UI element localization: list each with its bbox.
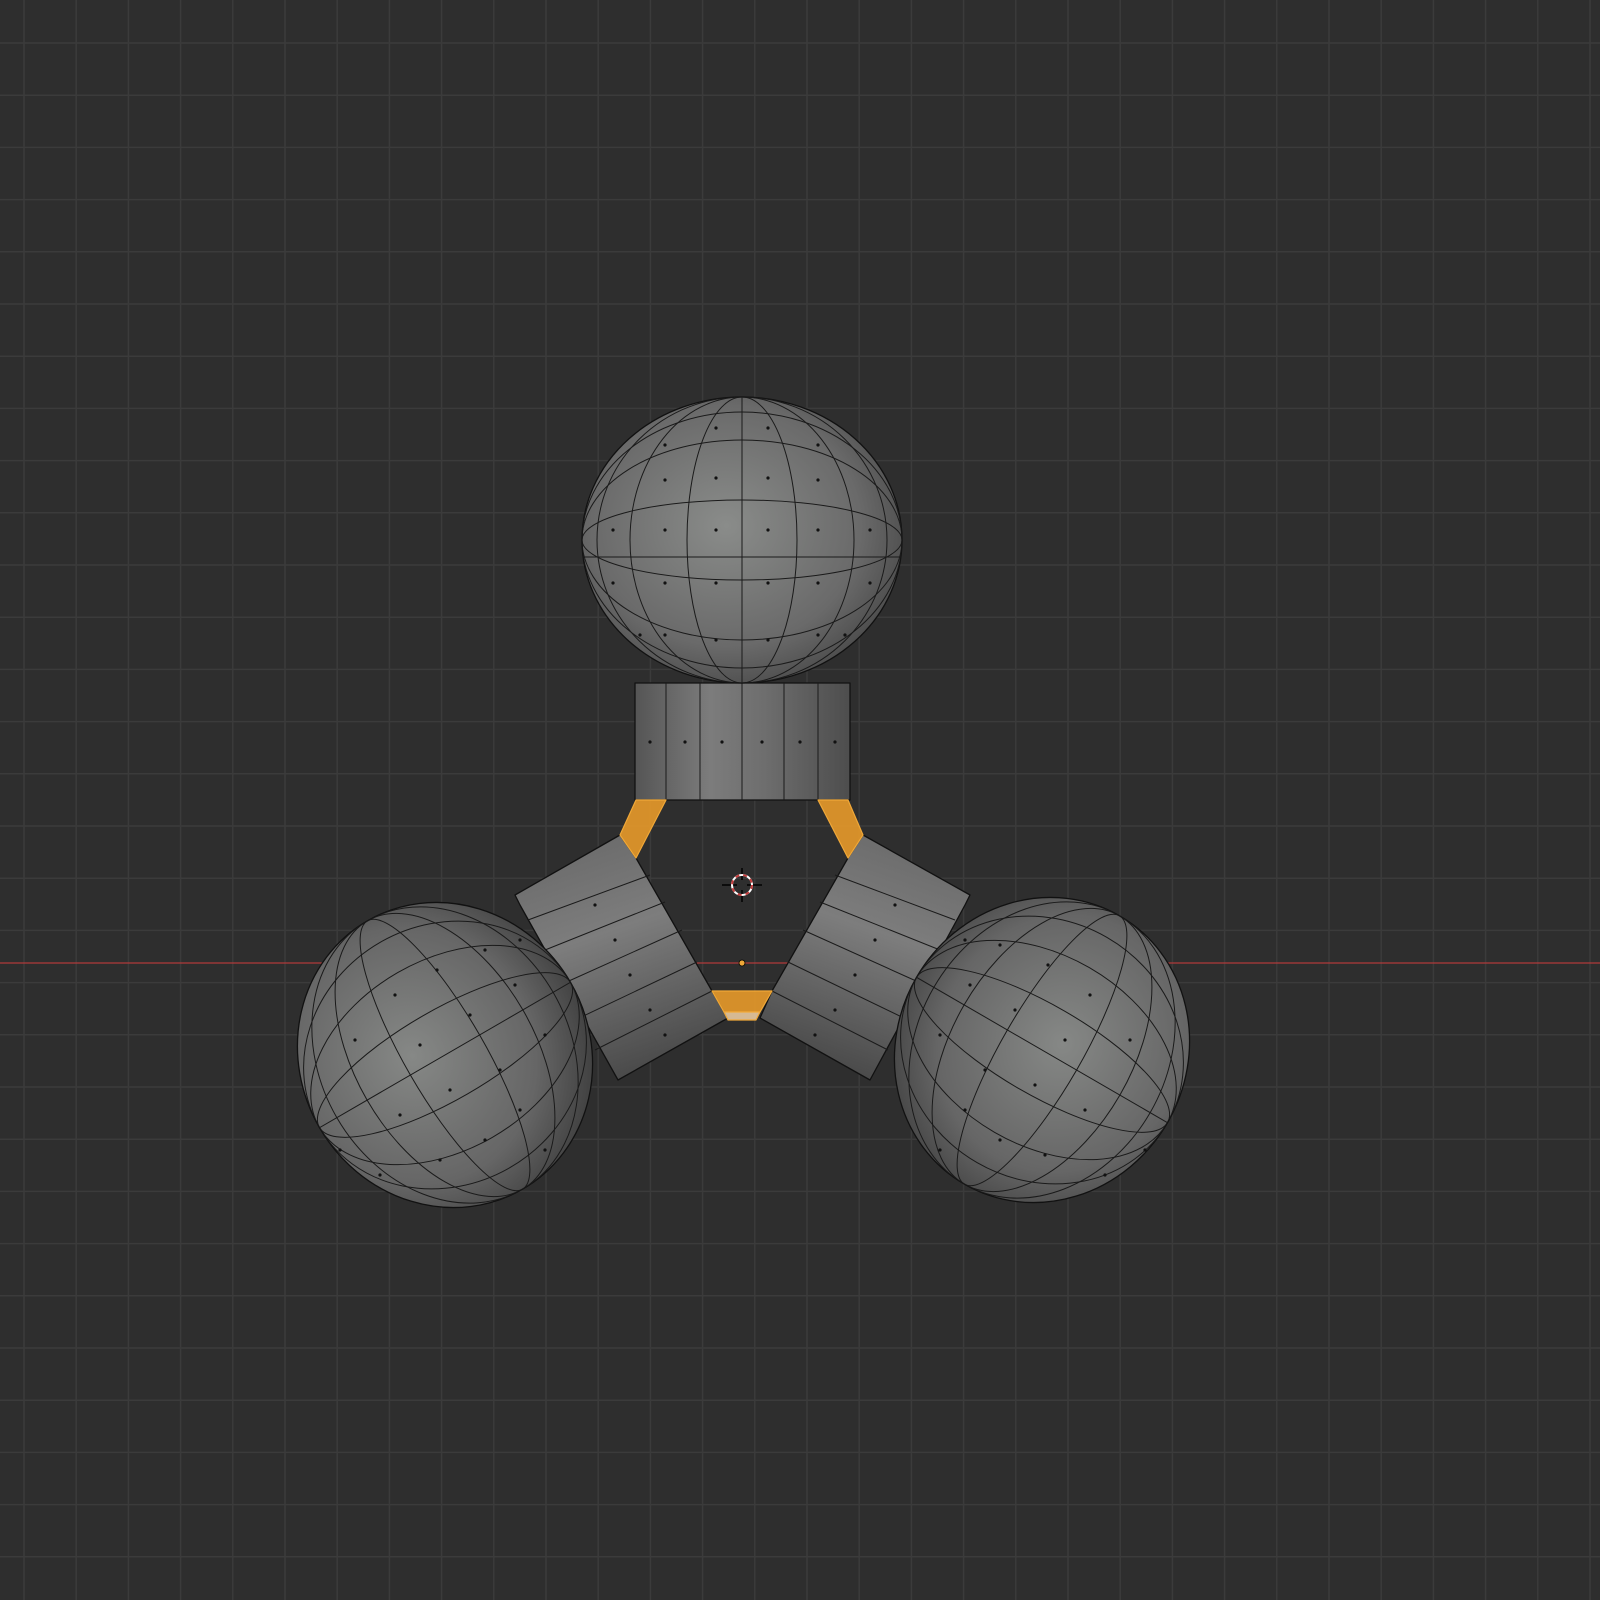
viewport-canvas[interactable] (0, 0, 1600, 1600)
face-dot (766, 528, 770, 532)
face-dot (938, 1033, 942, 1037)
face-dot (518, 938, 522, 942)
face-dot (393, 993, 397, 997)
face-dot (714, 426, 718, 430)
face-dot (1033, 1083, 1037, 1087)
face-dot (833, 1008, 837, 1012)
face-dot (816, 478, 820, 482)
face-dot (418, 1043, 422, 1047)
face-dot (513, 983, 517, 987)
face-dot (438, 1158, 442, 1162)
face-dot (628, 973, 632, 977)
3d-viewport[interactable] (0, 0, 1600, 1600)
face-dot (1046, 963, 1050, 967)
face-dot (683, 740, 687, 744)
face-dot (868, 581, 872, 585)
face-dot (816, 581, 820, 585)
face-dot (663, 633, 667, 637)
face-dot (435, 968, 439, 972)
face-dot (813, 1033, 817, 1037)
face-dot (938, 1148, 942, 1152)
face-dot (798, 740, 802, 744)
origin-point-icon (738, 959, 746, 967)
face-dot (766, 581, 770, 585)
mesh-object[interactable] (242, 396, 1245, 1262)
face-dot (714, 638, 718, 642)
face-dot (983, 1068, 987, 1072)
face-dot (816, 633, 820, 637)
face-dot (468, 1013, 472, 1017)
face-dot (963, 1108, 967, 1112)
face-dot (816, 528, 820, 532)
face-dot (843, 633, 847, 637)
face-dot (714, 476, 718, 480)
face-dot (1013, 1008, 1017, 1012)
face-dot (1143, 1148, 1147, 1152)
face-dot (963, 938, 967, 942)
face-dot (593, 903, 597, 907)
face-dot (663, 478, 667, 482)
face-dot (611, 528, 615, 532)
face-dot (613, 938, 617, 942)
face-dot (766, 476, 770, 480)
face-dot (766, 638, 770, 642)
face-dot (714, 528, 718, 532)
face-dot (611, 581, 615, 585)
face-dot (720, 740, 724, 744)
face-dot (1128, 1038, 1132, 1042)
face-dot (998, 1138, 1002, 1142)
face-dot (543, 1033, 547, 1037)
face-dot (714, 581, 718, 585)
face-dot (893, 903, 897, 907)
face-dot (816, 443, 820, 447)
face-dot (483, 1138, 487, 1142)
face-dot (398, 1113, 402, 1117)
face-dot (1043, 1153, 1047, 1157)
face-dot (648, 740, 652, 744)
face-dot (498, 1068, 502, 1072)
face-dot (766, 426, 770, 430)
face-dot (648, 1008, 652, 1012)
face-dot (518, 1108, 522, 1112)
face-dot (1063, 1038, 1067, 1042)
face-dot (448, 1088, 452, 1092)
face-dot (378, 1173, 382, 1177)
face-dot (998, 943, 1002, 947)
face-dot (638, 633, 642, 637)
face-dot (353, 1038, 357, 1042)
3d-cursor-icon[interactable] (722, 868, 762, 902)
face-dot (663, 443, 667, 447)
face-dot (663, 528, 667, 532)
face-dot (483, 948, 487, 952)
face-dot (760, 740, 764, 744)
face-dot (663, 581, 667, 585)
face-dot (663, 1033, 667, 1037)
face-dot (853, 973, 857, 977)
selected-face-bottom-strip[interactable] (723, 1011, 761, 1021)
face-dot (868, 528, 872, 532)
face-dot (833, 740, 837, 744)
face-dot (543, 1148, 547, 1152)
face-dot (873, 938, 877, 942)
face-dot (1088, 993, 1092, 997)
face-dot (1103, 1173, 1107, 1177)
face-dot (968, 983, 972, 987)
face-dot (338, 1148, 342, 1152)
face-dot (1083, 1108, 1087, 1112)
